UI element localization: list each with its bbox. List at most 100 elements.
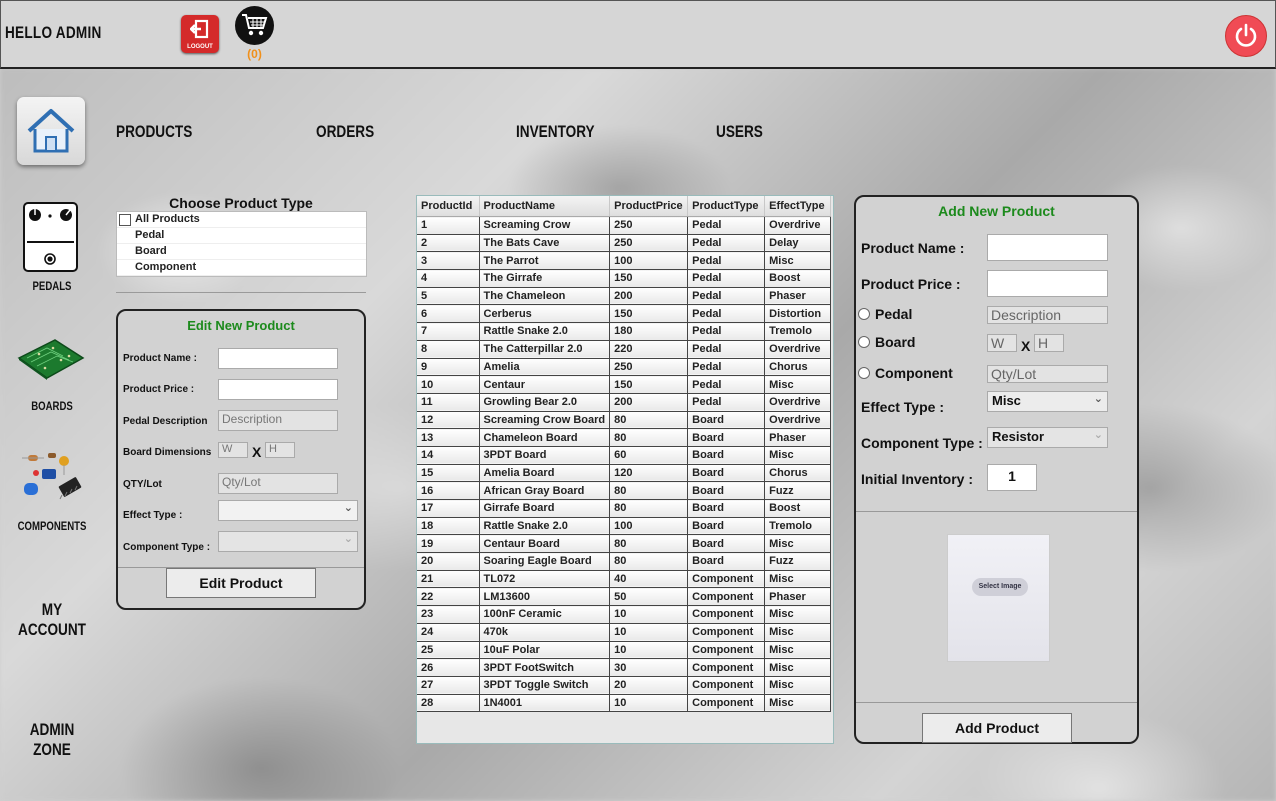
table-cell[interactable]: Rattle Snake 2.0 [479, 517, 611, 536]
table-cell[interactable]: Phaser [764, 287, 832, 306]
table-cell[interactable]: Pedal [687, 358, 766, 377]
table-cell[interactable]: 6 [417, 304, 480, 324]
table-cell[interactable]: Pedal [687, 251, 766, 271]
table-cell[interactable]: 3PDT FootSwitch [479, 658, 611, 677]
table-row[interactable]: 9 Amelia 250 Pedal Chorus [417, 358, 832, 377]
table-cell[interactable]: 20 [417, 552, 480, 571]
table-cell[interactable]: Chorus [764, 358, 832, 377]
table-cell[interactable]: 80 [609, 428, 689, 447]
table-cell[interactable]: Misc [764, 534, 832, 554]
add-product-name-input[interactable] [987, 234, 1108, 261]
column-header[interactable]: ProductId [417, 196, 480, 217]
table-cell[interactable]: 40 [609, 570, 689, 589]
edit-effect-type-select[interactable]: ⌄ [218, 500, 358, 521]
table-cell[interactable]: Amelia [479, 358, 611, 377]
table-row[interactable]: 21 TL072 40 Component Misc [417, 570, 832, 589]
logout-button[interactable]: LOGOUT [181, 15, 219, 53]
table-cell[interactable]: 12 [417, 411, 480, 430]
table-cell[interactable]: 2 [417, 234, 480, 253]
table-cell[interactable]: 80 [609, 481, 689, 500]
table-cell[interactable]: 8 [417, 340, 480, 359]
table-cell[interactable]: 250 [609, 358, 689, 377]
type-item-component[interactable]: Component [117, 260, 366, 276]
table-row[interactable]: 23 100nF Ceramic 10 Component Misc [417, 605, 832, 624]
table-cell[interactable]: Board [687, 411, 766, 430]
table-cell[interactable]: Chorus [764, 464, 832, 483]
nav-users[interactable]: USERS [716, 122, 763, 142]
table-cell[interactable]: Board [687, 428, 766, 447]
table-cell[interactable]: 22 [417, 587, 480, 607]
table-cell[interactable]: Pedal [687, 216, 766, 235]
table-row[interactable]: 3 The Parrot 100 Pedal Misc [417, 251, 832, 271]
table-cell[interactable]: 150 [609, 304, 689, 324]
table-cell[interactable]: Soaring Eagle Board [479, 552, 611, 571]
table-cell[interactable]: Phaser [764, 428, 832, 447]
table-cell[interactable]: 19 [417, 534, 480, 554]
checkbox[interactable] [119, 262, 131, 274]
table-cell[interactable]: 50 [609, 587, 689, 607]
table-cell[interactable]: Misc [764, 605, 832, 624]
components-icon[interactable] [20, 447, 84, 507]
table-row[interactable]: 27 3PDT Toggle Switch 20 Component Misc [417, 676, 832, 695]
cart-button[interactable] [235, 6, 274, 45]
table-cell[interactable]: Centaur Board [479, 534, 611, 554]
table-cell[interactable]: 1 [417, 216, 480, 235]
edit-product-button[interactable]: Edit Product [166, 568, 316, 598]
table-cell[interactable]: Boost [764, 499, 832, 518]
table-cell[interactable]: 30 [609, 658, 689, 677]
table-cell[interactable]: 150 [609, 375, 689, 394]
image-preview[interactable]: Select Image [947, 534, 1050, 662]
table-cell[interactable]: Pedal [687, 375, 766, 394]
table-cell[interactable]: Pedal [687, 393, 766, 412]
table-cell[interactable]: 26 [417, 658, 480, 677]
pedal-radio[interactable] [858, 308, 870, 320]
add-board-height-input[interactable]: H [1034, 334, 1064, 352]
table-cell[interactable]: 17 [417, 499, 480, 518]
table-row[interactable]: 22 LM13600 50 Component Phaser [417, 587, 832, 607]
table-cell[interactable]: 3PDT Board [479, 446, 611, 465]
edit-product-price-input[interactable] [218, 379, 338, 400]
table-cell[interactable]: Component [687, 676, 766, 695]
table-cell[interactable]: 7 [417, 322, 480, 341]
table-cell[interactable]: Misc [764, 251, 832, 271]
table-cell[interactable]: Screaming Crow Board [479, 411, 611, 430]
table-cell[interactable]: 18 [417, 517, 480, 536]
table-cell[interactable]: Pedal [687, 304, 766, 324]
table-cell[interactable]: 250 [609, 216, 689, 235]
table-row[interactable]: 17 Girrafe Board 80 Board Boost [417, 499, 832, 518]
table-cell[interactable]: Pedal [687, 269, 766, 288]
table-cell[interactable]: 14 [417, 446, 480, 465]
pedal-icon[interactable] [23, 202, 78, 272]
table-cell[interactable]: The Girrafe [479, 269, 611, 288]
table-cell[interactable]: Boost [764, 269, 832, 288]
table-cell[interactable]: Fuzz [764, 552, 832, 571]
table-cell[interactable]: LM13600 [479, 587, 611, 607]
component-radio[interactable] [858, 367, 870, 379]
table-cell[interactable]: Misc [764, 375, 832, 394]
circuit-board-icon[interactable] [17, 338, 85, 380]
table-cell[interactable]: Delay [764, 234, 832, 253]
table-cell[interactable]: 9 [417, 358, 480, 377]
table-cell[interactable]: 20 [609, 676, 689, 695]
table-cell[interactable]: Component [687, 641, 766, 660]
table-cell[interactable]: 21 [417, 570, 480, 589]
sidebar-pedals[interactable]: PEDALS [12, 279, 92, 293]
edit-component-type-select[interactable]: ⌄ [218, 531, 358, 552]
table-cell[interactable]: Board [687, 464, 766, 483]
table-cell[interactable]: Component [687, 658, 766, 677]
table-cell[interactable]: Growling Bear 2.0 [479, 393, 611, 412]
checkbox[interactable] [119, 214, 131, 226]
add-board-width-input[interactable]: W [987, 334, 1017, 352]
table-cell[interactable]: 1N4001 [479, 694, 611, 713]
column-header[interactable]: ProductPrice [609, 196, 689, 217]
table-cell[interactable]: 3PDT Toggle Switch [479, 676, 611, 695]
table-cell[interactable]: 16 [417, 481, 480, 500]
table-cell[interactable]: 150 [609, 269, 689, 288]
table-row[interactable]: 8 The Catterpillar 2.0 220 Pedal Overdrive [417, 340, 832, 359]
table-cell[interactable]: TL072 [479, 570, 611, 589]
table-cell[interactable]: Misc [764, 570, 832, 589]
nav-products[interactable]: PRODUCTS [116, 122, 192, 142]
table-cell[interactable]: Overdrive [764, 393, 832, 412]
table-cell[interactable]: 200 [609, 393, 689, 412]
table-cell[interactable]: Overdrive [764, 411, 832, 430]
